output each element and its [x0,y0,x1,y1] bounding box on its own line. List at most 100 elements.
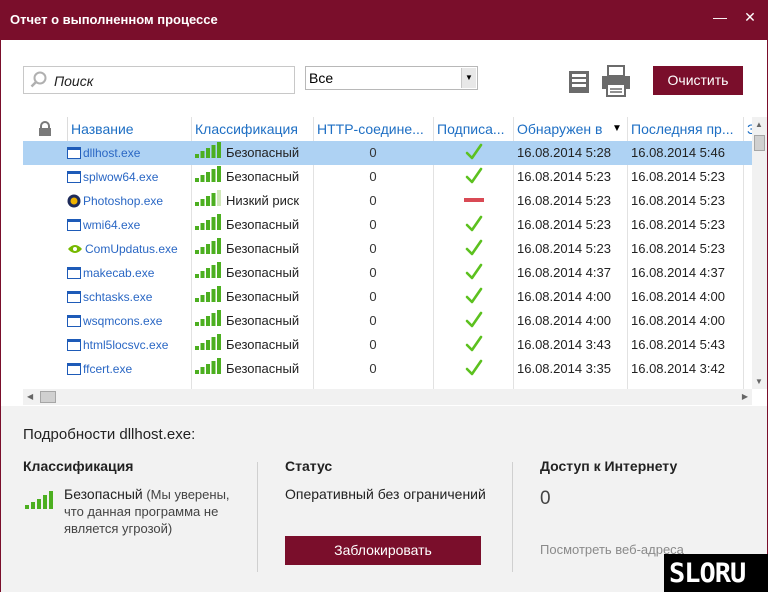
process-name[interactable]: schtasks.exe [67,285,187,309]
column-header-classification[interactable]: Классификация [191,117,313,141]
process-name-text: wmi64.exe [83,218,141,232]
scroll-left-icon[interactable]: ◀ [27,392,33,401]
classification-text: Безопасный [226,265,300,280]
check-icon [465,167,483,184]
process-name[interactable]: Photoshop.exe [67,189,187,213]
process-name[interactable]: dllhost.exe [67,141,187,165]
classification-text: Безопасный [226,289,300,304]
http-count: 0 [369,361,377,376]
details-panel: Подробности dllhost.exe: Классификация Б… [1,406,767,592]
horizontal-scrollbar[interactable]: ◀ ▶ [23,389,752,405]
signed-cell [435,189,513,213]
process-name-text: html5locsvc.exe [83,338,169,352]
signed-cell [435,165,513,189]
application-icon [67,171,81,183]
scroll-down-icon[interactable]: ▼ [755,377,763,386]
search-icon [30,71,47,88]
vertical-scrollbar[interactable]: ▲ ▼ [752,117,767,389]
http-count: 0 [369,217,377,232]
status-value: Оперативный без ограничений [285,486,486,502]
window-title: Отчет о выполненном процессе [10,12,218,27]
column-header-name[interactable]: Название [67,117,191,141]
signal-strength-icon [195,238,221,254]
found-time: 16.08.2014 5:23 [517,169,611,184]
classification-text: Низкий риск [226,193,300,208]
classification-text: Безопасный [226,313,300,328]
details-divider [512,462,513,572]
save-icon[interactable] [568,70,590,94]
signal-strength-icon [195,214,221,230]
process-name[interactable]: html5locsvc.exe [67,333,187,357]
table-row[interactable]: splwow64.exe Безопасный 0 16.08.2014 5:23 16… [23,165,752,189]
signal-strength-icon [195,286,221,302]
signed-cell [435,141,513,165]
last-time: 16.08.2014 5:23 [631,241,725,256]
table-row[interactable]: wmi64.exe Безопасный 0 16.08.2014 5:23 16.08… [23,213,752,237]
last-time: 16.08.2014 4:00 [631,313,725,328]
table-row[interactable]: dllhost.exe Безопасный 0 16.08.2014 5:28 16.… [23,141,752,165]
signal-strength-icon [195,310,221,326]
details-title: Подробности dllhost.exe: [23,426,196,443]
sort-desc-icon: ▼ [612,123,622,134]
classification-text: Безопасный [226,337,300,352]
http-count: 0 [369,337,377,352]
table-row[interactable]: makecab.exe Безопасный 0 16.08.2014 4:37 16.… [23,261,752,285]
classification-cell: Низкий риск [195,189,313,213]
classification-text: Безопасный [226,241,300,256]
table-row[interactable]: wsqmcons.exe Безопасный 0 16.08.2014 4:00 16… [23,309,752,333]
process-name[interactable]: makecab.exe [67,261,187,285]
scroll-right-icon[interactable]: ▶ [742,392,748,401]
signed-cell [435,309,513,333]
classification-cell: Безопасный [195,141,313,165]
last-time: 16.08.2014 5:43 [631,337,725,352]
found-time: 16.08.2014 3:43 [517,337,611,352]
close-button[interactable]: ✕ [736,6,764,28]
column-header-found[interactable]: Обнаружен в ▼ [513,117,627,141]
process-name[interactable]: ComUpdatus.exe [67,237,187,261]
process-name[interactable]: splwow64.exe [67,165,187,189]
process-name[interactable]: ffcert.exe [67,357,187,381]
check-icon [465,239,483,256]
process-name-text: makecab.exe [83,266,155,280]
table-row[interactable]: schtasks.exe Безопасный 0 16.08.2014 4:00 16… [23,285,752,309]
found-time: 16.08.2014 4:00 [517,313,611,328]
scroll-thumb[interactable] [754,135,765,151]
process-name-text: wsqmcons.exe [83,314,163,328]
lock-column-header[interactable] [23,117,67,141]
table-row[interactable]: html5locsvc.exe Безопасный 0 16.08.2014 3:4… [23,333,752,357]
check-icon [465,311,483,328]
process-name-text: splwow64.exe [83,170,159,184]
process-name[interactable]: wsqmcons.exe [67,309,187,333]
classification-text: Безопасный [226,217,300,232]
signal-strength-icon [195,142,221,158]
column-header-http[interactable]: HTTP-соедине... [313,117,433,141]
table-row[interactable]: Photoshop.exe Низкий риск 0 16.08.2014 5:23… [23,189,752,213]
block-button[interactable]: Заблокировать [285,536,481,565]
watermark-logo: SLORU [664,554,768,592]
check-icon [465,143,483,160]
scroll-up-icon[interactable]: ▲ [755,120,763,129]
title-bar: Отчет о выполненном процессе — ✕ [0,0,768,40]
clear-button[interactable]: Очистить [653,66,743,95]
process-name-text: Photoshop.exe [83,194,164,208]
signal-strength-icon [195,334,221,350]
column-header-signed[interactable]: Подписа... [433,117,513,141]
minimize-button[interactable]: — [706,6,734,28]
http-count: 0 [369,169,377,184]
filter-select[interactable]: Все ▼ [305,66,478,90]
table-row[interactable]: ffcert.exe Безопасный 0 16.08.2014 3:35 16.0… [23,357,752,381]
table-row[interactable]: ComUpdatus.exe Безопасный 0 16.08.2014 5:23… [23,237,752,261]
search-input[interactable] [52,70,292,92]
column-header-last[interactable]: Последняя пр... [627,117,743,141]
print-icon[interactable] [601,65,631,97]
search-box[interactable] [23,66,295,94]
chevron-down-icon[interactable]: ▼ [461,68,476,88]
scroll-thumb[interactable] [40,391,56,403]
view-web-addresses-link[interactable]: Посмотреть веб-адреса [540,542,684,557]
application-icon [67,291,81,303]
details-divider [257,462,258,572]
column-header-extra[interactable]: З [743,117,752,141]
check-icon [465,359,483,376]
process-name[interactable]: wmi64.exe [67,213,187,237]
photoshop-icon [67,194,81,208]
